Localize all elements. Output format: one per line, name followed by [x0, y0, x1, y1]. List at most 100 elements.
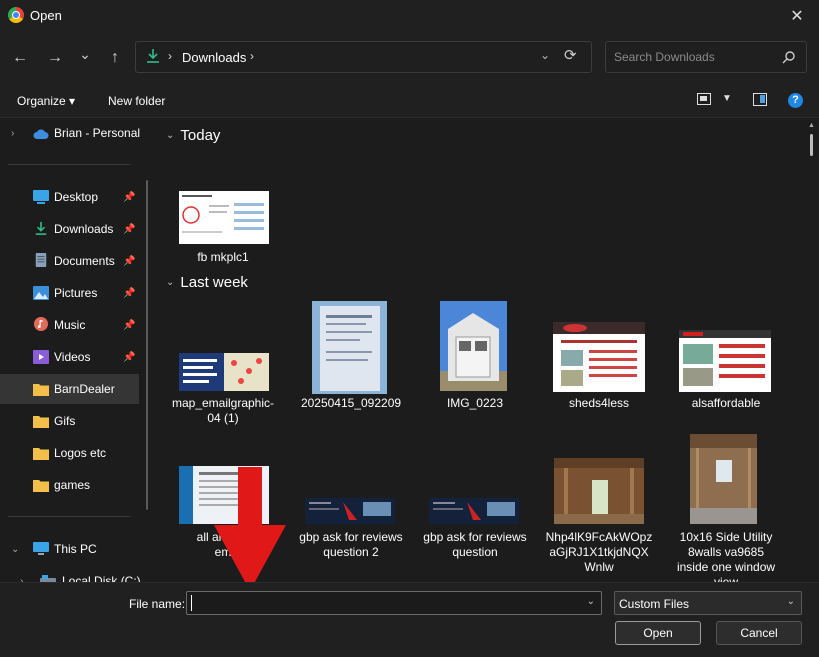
sidebar-item-label: Local Disk (C:): [62, 574, 141, 582]
sidebar-item-videos[interactable]: Videos 📌: [0, 342, 139, 372]
arrow-down-annotation-icon: [214, 467, 286, 591]
file-name: sheds4less: [568, 396, 630, 410]
folder-icon: [33, 384, 49, 396]
sidebar-item-music[interactable]: Music 📌: [0, 310, 139, 340]
file-type-value: Custom Files: [619, 597, 690, 611]
disk-icon: [40, 575, 56, 582]
picture-icon: [33, 286, 49, 300]
sidebar-item-downloads[interactable]: Downloads 📌: [0, 214, 139, 244]
file-name: gbp ask for reviews question 2: [299, 530, 403, 559]
chevron-down-icon: ⌄: [166, 130, 175, 141]
address-dropdown-button[interactable]: ⌄: [540, 48, 550, 62]
recent-locations-button[interactable]: ⌄: [71, 40, 99, 68]
file-name-label: File name:: [129, 597, 186, 611]
sidebar-item-label: Gifs: [54, 414, 76, 428]
sidebar-item-pictures[interactable]: Pictures 📌: [0, 278, 139, 308]
cancel-button[interactable]: Cancel: [716, 621, 802, 645]
view-dropdown-icon[interactable]: ▼: [722, 93, 732, 104]
pin-icon: 📌: [123, 319, 136, 331]
file-name: 20250415_092209: [300, 396, 402, 410]
sidebar-item-label: Brian - Personal: [54, 126, 141, 140]
breadcrumb-separator[interactable]: ›: [168, 49, 172, 63]
file-thumbnail: [679, 330, 771, 392]
folder-icon: [33, 448, 49, 460]
sidebar-item-onedrive[interactable]: › Brian - Personal: [0, 118, 141, 148]
divider: [8, 516, 130, 517]
sidebar-item-label: This PC: [54, 542, 97, 556]
file-name: alsaffordable: [691, 396, 761, 410]
sidebar-item-logos[interactable]: Logos etc: [0, 438, 139, 468]
download-icon: [147, 49, 159, 63]
file-thumbnail: [305, 498, 395, 524]
sidebar-item-label: Documents: [54, 254, 115, 268]
sidebar-item-label: Music: [54, 318, 86, 332]
chevron-down-icon[interactable]: ⌄: [787, 596, 795, 607]
file-thumbnail: [312, 301, 387, 394]
chevron-right-icon[interactable]: ›: [11, 128, 14, 139]
sidebar-item-documents[interactable]: Documents 📌: [0, 246, 139, 276]
file-list-scrollbar[interactable]: [810, 134, 813, 156]
close-button[interactable]: ✕: [775, 0, 819, 32]
file-thumbnail: [553, 322, 645, 392]
address-bar[interactable]: › Downloads › ⌄ ⟳: [135, 41, 592, 73]
file-name: Nhp4lK9FcAkWOpzaGjRJ1X1tkjdNQXWnlw: [545, 530, 653, 574]
file-name: gbp ask for reviews question: [423, 530, 527, 559]
sidebar-item-this-pc[interactable]: ⌄ This PC: [0, 534, 139, 564]
sidebar-item-games[interactable]: games: [0, 470, 139, 500]
file-name: fb mkplc1: [197, 250, 249, 264]
file-type-select[interactable]: Custom Files ⌄: [614, 591, 802, 615]
search-input[interactable]: [614, 50, 774, 64]
sidebar-item-label: games: [54, 478, 91, 492]
sidebar-item-label: Logos etc: [54, 446, 107, 460]
file-thumbnail: [440, 301, 507, 391]
refresh-button[interactable]: ⟳: [564, 46, 577, 64]
sidebar-item-barndealer[interactable]: BarnDealer: [0, 374, 139, 404]
chevron-down-icon[interactable]: ⌄: [587, 596, 595, 607]
desktop-icon: [33, 190, 49, 204]
change-view-icon[interactable]: [697, 93, 711, 105]
up-button[interactable]: ↑: [101, 44, 129, 72]
pin-icon: 📌: [123, 351, 136, 363]
sidebar-item-label: Pictures: [54, 286, 98, 300]
open-button[interactable]: Open: [615, 621, 701, 645]
file-name-combobox[interactable]: ⌄: [186, 591, 602, 615]
organize-menu[interactable]: Organize ▾: [17, 94, 75, 108]
new-folder-button[interactable]: New folder: [108, 94, 165, 108]
sidebar-item-label: Desktop: [54, 190, 99, 204]
back-button[interactable]: ←: [6, 44, 34, 72]
forward-button[interactable]: →: [41, 44, 69, 72]
sidebar-item-desktop[interactable]: Desktop 📌: [0, 182, 139, 212]
preview-pane-icon[interactable]: [753, 93, 767, 106]
navigation-pane: › Brian - Personal Desktop 📌 Downloads 📌…: [0, 118, 157, 582]
chevron-down-icon[interactable]: ⌄: [11, 544, 19, 555]
pin-icon: 📌: [123, 287, 136, 299]
file-name: 10x16 Side Utility 8walls va9685 inside …: [676, 530, 776, 582]
cloud-icon: [33, 129, 49, 139]
file-thumbnail: [690, 434, 757, 524]
title-bar: Open ✕: [0, 0, 819, 32]
chrome-icon: [8, 7, 24, 23]
search-box[interactable]: [605, 41, 807, 73]
folder-icon: [33, 480, 49, 492]
sidebar-scrollbar[interactable]: [146, 180, 148, 510]
file-thumbnail: [554, 458, 644, 524]
download-icon: [35, 221, 47, 235]
sidebar-item-gifs[interactable]: Gifs: [0, 406, 139, 436]
video-icon: [33, 350, 49, 364]
breadcrumb-downloads[interactable]: Downloads: [182, 50, 246, 65]
group-header-today[interactable]: ⌄ Today: [166, 127, 220, 144]
chevron-down-icon: ⌄: [166, 277, 175, 288]
file-thumbnail: [179, 353, 269, 391]
file-thumbnail: [179, 191, 269, 244]
breadcrumb-separator[interactable]: ›: [250, 49, 254, 63]
scroll-up-icon[interactable]: ▲: [808, 122, 815, 129]
group-title: Last week: [180, 274, 248, 291]
sidebar-item-label: Videos: [54, 350, 91, 364]
sidebar-item-local-disk[interactable]: › Local Disk (C:): [0, 566, 141, 582]
file-name-input[interactable]: [191, 595, 572, 611]
search-icon[interactable]: [782, 50, 796, 64]
group-header-last-week[interactable]: ⌄ Last week: [166, 274, 248, 291]
help-icon[interactable]: ?: [788, 93, 803, 108]
divider: [8, 164, 130, 165]
pin-icon: 📌: [123, 255, 136, 267]
